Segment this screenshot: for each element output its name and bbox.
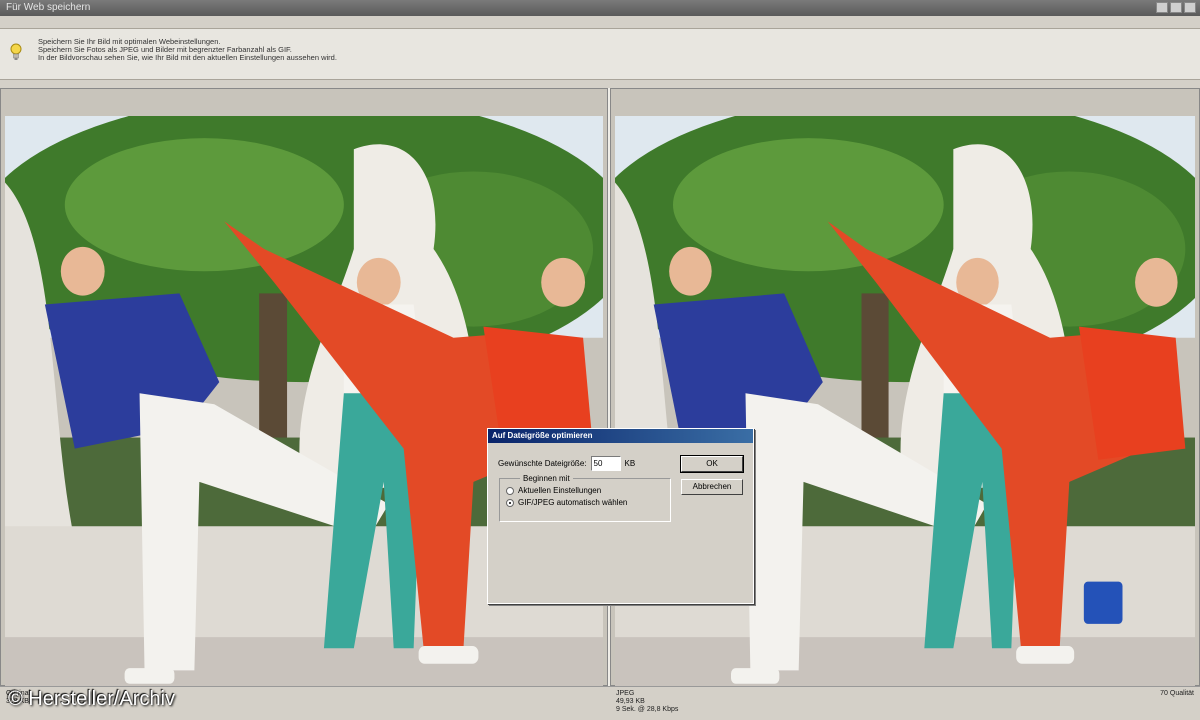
ok-button[interactable]: OK bbox=[680, 455, 744, 473]
tips-panel: Speichern Sie Ihr Bild mit optimalen Web… bbox=[0, 28, 1200, 80]
photo-scene bbox=[5, 116, 603, 720]
optimized-size: 49,93 KB bbox=[616, 698, 645, 705]
radio-auto-gif-jpeg[interactable]: GIF/JPEG automatisch wählen bbox=[506, 498, 670, 507]
optimized-format: JPEG bbox=[616, 690, 635, 697]
photo-scene bbox=[615, 116, 1195, 720]
tree-highlight bbox=[673, 138, 944, 272]
target-size-unit: KB bbox=[624, 459, 636, 468]
radio-auto-dot[interactable] bbox=[506, 498, 514, 507]
target-size-label: Gewünschte Dateigröße: bbox=[498, 459, 587, 468]
dialog-title: Auf Dateigröße optimieren bbox=[488, 429, 753, 443]
target-size-input[interactable] bbox=[590, 456, 621, 471]
radio-auto-label: GIF/JPEG automatisch wählen bbox=[518, 498, 628, 507]
optimized-photo bbox=[615, 116, 1195, 720]
optimize-to-size-dialog: Auf Dateigröße optimieren Gewünschte Dat… bbox=[487, 428, 754, 604]
window-controls bbox=[1156, 2, 1196, 13]
target-size-row: Gewünschte Dateigröße: KB bbox=[498, 456, 635, 471]
copyright-watermark: © Hersteller/Archiv bbox=[8, 688, 175, 710]
start-with-group: Beginnen mit Aktuellen Einstellungen GIF… bbox=[499, 474, 671, 522]
cancel-button[interactable]: Abbrechen bbox=[681, 479, 743, 495]
window-title: Für Web speichern bbox=[6, 2, 91, 13]
quality-info: 70 Qualität bbox=[1160, 690, 1194, 697]
view-tab-strip bbox=[0, 80, 1200, 88]
radio-current-dot[interactable] bbox=[506, 486, 514, 495]
window-title-bar: Für Web speichern bbox=[0, 0, 1200, 16]
status-bar: Original 350 KB JPEG 49,93 KB 9 Sek. @ 2… bbox=[0, 686, 1200, 720]
close-button[interactable] bbox=[1184, 2, 1196, 13]
original-photo bbox=[5, 116, 603, 720]
optimized-info: JPEG 49,93 KB 9 Sek. @ 28,8 Kbps bbox=[616, 690, 678, 714]
radio-current-settings[interactable]: Aktuellen Einstellungen bbox=[506, 486, 670, 495]
radio-current-label: Aktuellen Einstellungen bbox=[518, 486, 602, 495]
start-with-legend: Beginnen mit bbox=[523, 474, 570, 483]
tips-text: Speichern Sie Ihr Bild mit optimalen Web… bbox=[38, 38, 337, 62]
download-time: 9 Sek. @ 28,8 Kbps bbox=[616, 706, 679, 713]
lightbulb-icon bbox=[10, 43, 22, 60]
maximize-button[interactable] bbox=[1170, 2, 1182, 13]
blue-bag bbox=[1083, 581, 1123, 624]
minimize-button[interactable] bbox=[1156, 2, 1168, 13]
tree-highlight bbox=[64, 138, 344, 272]
tip-line: In der Bildvorschau sehen Sie, wie Ihr B… bbox=[38, 53, 337, 62]
